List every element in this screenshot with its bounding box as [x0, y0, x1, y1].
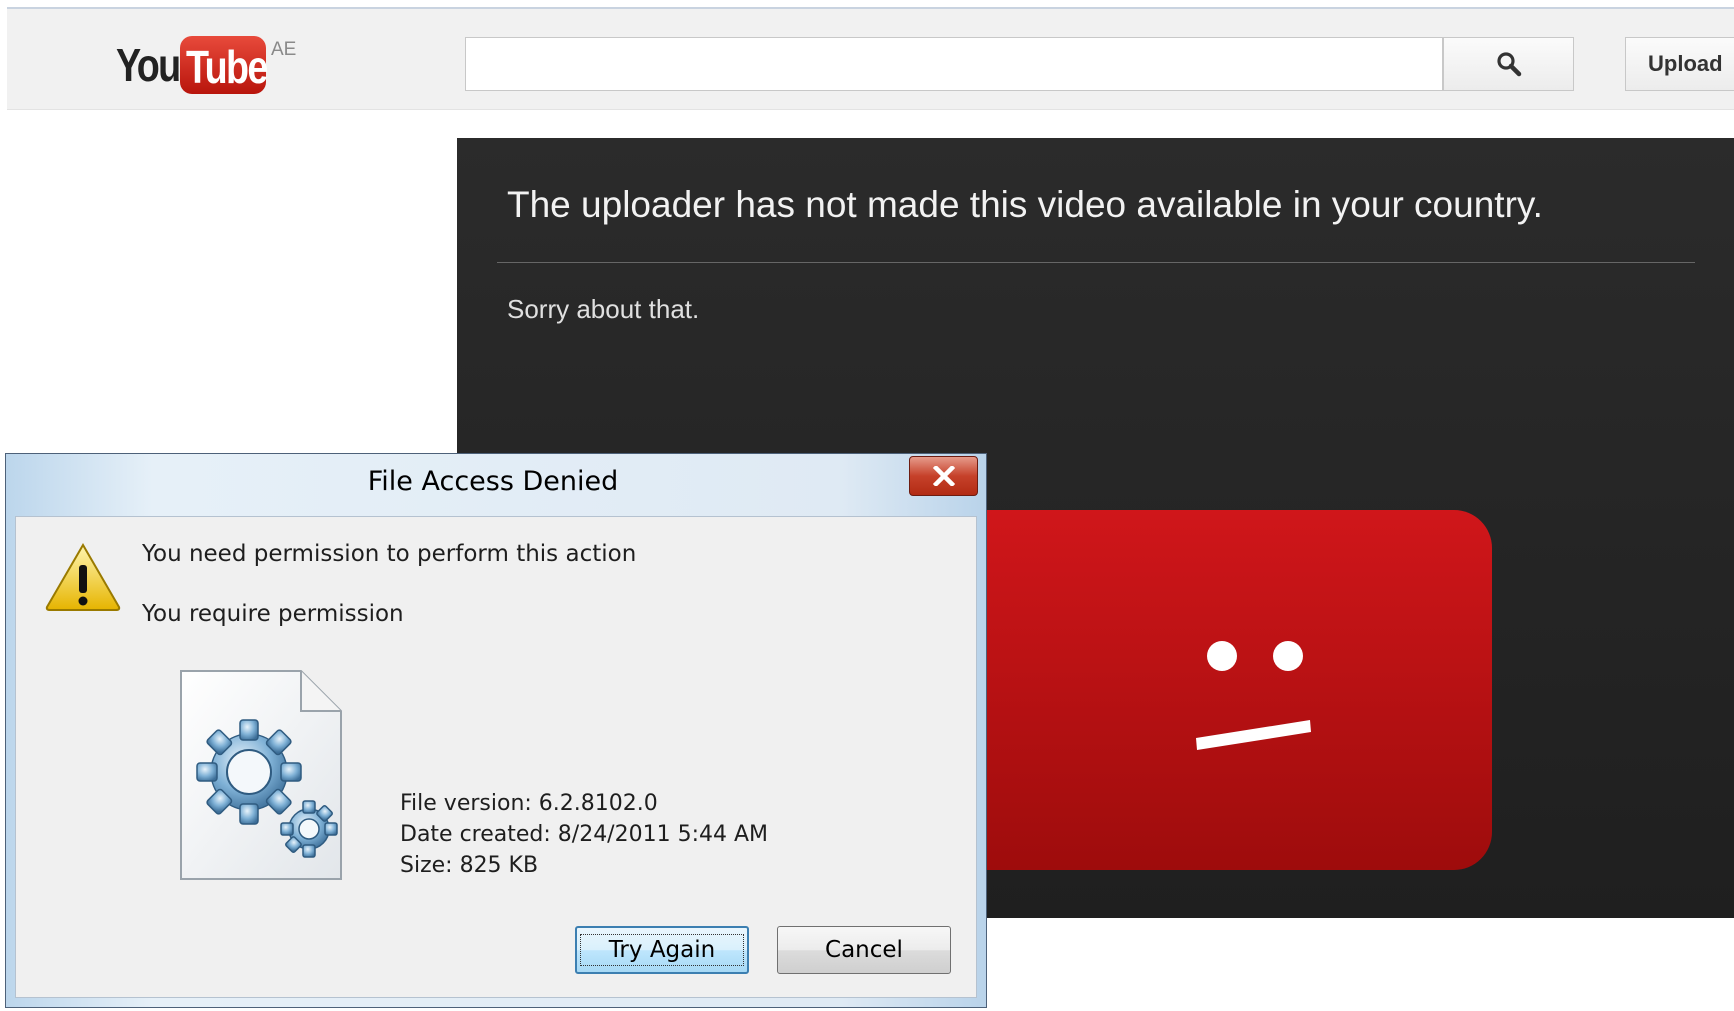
error-subtitle: Sorry about that.: [507, 294, 700, 324]
error-title: The uploader has not made this video ava…: [507, 184, 1543, 225]
search-button[interactable]: [1443, 37, 1574, 91]
file-version: File version: 6.2.8102.0: [400, 791, 658, 816]
permission-detail: You require permission: [142, 601, 404, 627]
file-size: Size: 825 KB: [400, 853, 539, 878]
search-input[interactable]: [465, 37, 1443, 91]
logo-region: AE: [271, 39, 297, 60]
upload-button[interactable]: Upload: [1625, 37, 1734, 91]
try-again-label: Try Again: [579, 934, 745, 966]
cancel-button[interactable]: Cancel: [777, 926, 951, 974]
logo-tube-text: Tube: [186, 41, 268, 93]
youtube-header: You Tube AE Upload: [7, 7, 1734, 110]
dialog-title-text: File Access Denied: [367, 466, 619, 497]
system-file-icon: [180, 670, 342, 880]
file-info: File version: 6.2.8102.0 Date created: 8…: [400, 788, 768, 881]
dialog-title: File Access Denied: [6, 466, 986, 497]
divider: [497, 262, 1695, 263]
date-created: Date created: 8/24/2011 5:44 AM: [400, 822, 769, 847]
close-button[interactable]: [909, 456, 978, 496]
dialog-body: You need permission to perform this acti…: [15, 516, 977, 998]
close-icon: [932, 466, 955, 486]
try-again-button[interactable]: Try Again: [575, 926, 749, 974]
search-icon: [1496, 52, 1521, 77]
sad-tv-icon: [932, 510, 1492, 870]
file-access-denied-dialog: File Access Denied You need permission t…: [5, 453, 987, 1008]
logo-you-text: You: [116, 39, 181, 91]
warning-icon: [45, 543, 121, 611]
permission-message: You need permission to perform this acti…: [142, 541, 637, 567]
